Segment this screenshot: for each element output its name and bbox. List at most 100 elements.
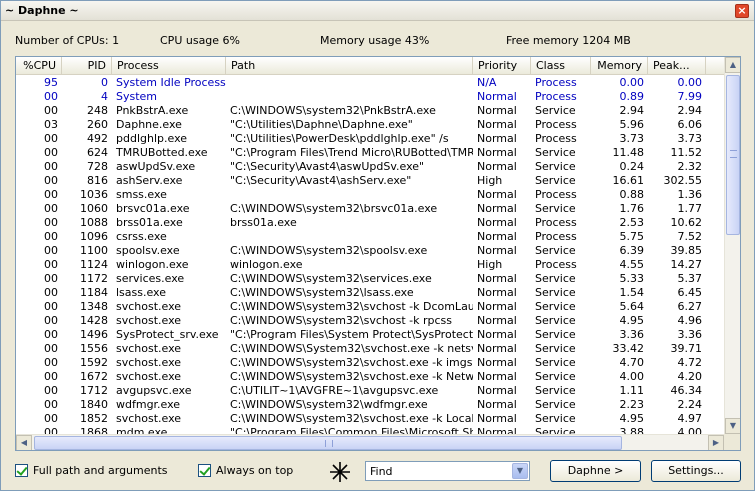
vertical-scrollbar[interactable]: ▲ ▼: [724, 57, 740, 434]
cell-class: Service: [535, 314, 576, 327]
cell-peak: 10.62: [670, 216, 703, 229]
table-row[interactable]: 00 492 pddlghlp.exe "C:\Utilities\PowerDesk…: [16, 132, 724, 146]
scroll-down-button[interactable]: ▼: [725, 418, 740, 434]
column-header-class[interactable]: Class: [531, 57, 591, 75]
horizontal-scrollbar[interactable]: ◀ ▶: [16, 434, 724, 450]
table-row[interactable]: 00 816 ashServ.exe "C:\Security\Avast4\ashS…: [16, 174, 724, 188]
process-list[interactable]: %CPU PID Process Path Priority Class Mem…: [15, 56, 741, 451]
table-row[interactable]: 00 1348 svchost.exe C:\WINDOWS\system32\svc…: [16, 300, 724, 314]
cell-class: Service: [535, 370, 576, 383]
checkbox-checked-icon: [15, 464, 28, 477]
cell-process: svchost.exe: [116, 412, 182, 425]
column-header-memory[interactable]: Memory: [591, 57, 648, 75]
column-header-peak[interactable]: Peak...: [648, 57, 706, 75]
table-row[interactable]: 00 624 TMRUBotted.exe "C:\Program Files\Tre…: [16, 146, 724, 160]
table-row[interactable]: 00 4 System Normal Process 0.89 7.99: [16, 90, 724, 104]
table-row[interactable]: 00 1672 svchost.exe C:\WINDOWS\system32\svc…: [16, 370, 724, 384]
daphne-button[interactable]: Daphne >: [550, 460, 641, 482]
window-title: ~ Daphne ~: [5, 4, 79, 17]
column-header-cpu[interactable]: %CPU: [16, 57, 62, 75]
cell-pid: 624: [87, 146, 108, 159]
cell-process: winlogon.exe: [116, 258, 189, 271]
table-row[interactable]: 00 1184 lsass.exe C:\WINDOWS\system32\lsass…: [16, 286, 724, 300]
always-on-top-label: Always on top: [216, 464, 294, 477]
cell-pid: 1852: [80, 412, 108, 425]
cell-cpu: 00: [44, 188, 58, 201]
scroll-right-button[interactable]: ▶: [708, 435, 724, 450]
cell-process: svchost.exe: [116, 370, 182, 383]
close-button[interactable]: ×: [735, 4, 749, 18]
full-path-checkbox[interactable]: Full path and arguments: [15, 464, 168, 477]
table-row[interactable]: 00 1592 svchost.exe C:\WINDOWS\system32\svc…: [16, 356, 724, 370]
cell-path: C:\WINDOWS\system32\wdfmgr.exe: [230, 398, 428, 411]
table-row[interactable]: 00 248 PnkBstrA.exe C:\WINDOWS\system32\Pnk…: [16, 104, 724, 118]
cell-cpu: 00: [44, 216, 58, 229]
table-row[interactable]: 00 1088 brss01a.exe brss01a.exe Normal Proces…: [16, 216, 724, 230]
settings-button[interactable]: Settings...: [651, 460, 741, 482]
table-row[interactable]: 00 1100 spoolsv.exe C:\WINDOWS\system32\spo…: [16, 244, 724, 258]
title-bar[interactable]: ~ Daphne ~ ×: [1, 1, 754, 21]
cell-peak: 3.73: [677, 132, 703, 145]
scroll-up-button[interactable]: ▲: [725, 57, 740, 73]
column-header-priority[interactable]: Priority: [473, 57, 531, 75]
table-row[interactable]: 95 0 System Idle Process N/A Process 0.00 0.00: [16, 76, 724, 90]
cpu-count-label: Number of CPUs: 1: [15, 34, 120, 47]
cell-path: "C:\Security\Avast4\ashServ.exe": [230, 174, 412, 187]
cell-process: mdm.exe: [116, 426, 168, 434]
cell-class: Service: [535, 412, 576, 425]
cell-priority: Normal: [477, 90, 517, 103]
cell-process: System Idle Process: [116, 76, 226, 89]
cell-peak: 4.72: [677, 356, 703, 369]
table-row[interactable]: 00 728 aswUpdSv.exe "C:\Security\Avast4\asw…: [16, 160, 724, 174]
table-row[interactable]: 00 1124 winlogon.exe winlogon.exe High Proces…: [16, 258, 724, 272]
column-header-process[interactable]: Process: [112, 57, 226, 75]
cell-pid: 1496: [80, 328, 108, 341]
table-row[interactable]: 00 1096 csrss.exe Normal Process 5.75 7.52: [16, 230, 724, 244]
column-header-path[interactable]: Path: [226, 57, 473, 75]
cell-cpu: 00: [44, 398, 58, 411]
cell-memory: 5.64: [619, 300, 645, 313]
table-row[interactable]: 00 1060 brsvc01a.exe C:\WINDOWS\system32\br…: [16, 202, 724, 216]
cell-process: pddlghlp.exe: [116, 132, 188, 145]
cell-memory: 16.61: [612, 174, 645, 187]
cell-priority: Normal: [477, 314, 517, 327]
cell-memory: 1.11: [619, 384, 645, 397]
cell-memory: 0.00: [619, 76, 645, 89]
cell-pid: 1428: [80, 314, 108, 327]
vertical-scroll-thumb[interactable]: [726, 75, 740, 235]
cell-peak: 39.85: [670, 244, 703, 257]
scroll-left-button[interactable]: ◀: [16, 435, 32, 450]
table-row[interactable]: 00 1172 services.exe C:\WINDOWS\system32\se…: [16, 272, 724, 286]
table-row[interactable]: 00 1496 SysProtect_srv.exe "C:\Program File…: [16, 328, 724, 342]
cell-process: wdfmgr.exe: [116, 398, 181, 411]
cell-process: smss.exe: [116, 188, 167, 201]
full-path-label: Full path and arguments: [33, 464, 168, 477]
crosshair-finder-icon[interactable]: [328, 460, 352, 484]
table-row[interactable]: 00 1868 mdm.exe "C:\Program Files\Common Fi…: [16, 426, 724, 434]
table-row[interactable]: 00 1712 avgupsvc.exe C:\UTILIT~1\AVGFRE~1\a…: [16, 384, 724, 398]
cell-pid: 1100: [80, 244, 108, 257]
horizontal-scroll-thumb[interactable]: [34, 436, 622, 450]
table-row[interactable]: 00 1840 wdfmgr.exe C:\WINDOWS\system32\wdfm…: [16, 398, 724, 412]
cell-peak: 1.36: [677, 188, 703, 201]
column-header-pid[interactable]: PID: [62, 57, 112, 75]
cell-class: Service: [535, 398, 576, 411]
cell-peak: 2.94: [677, 104, 703, 117]
chevron-down-icon[interactable]: ▼: [512, 463, 528, 479]
always-on-top-checkbox[interactable]: Always on top: [198, 464, 293, 477]
cell-priority: Normal: [477, 118, 517, 131]
cell-class: Service: [535, 244, 576, 257]
cell-cpu: 00: [44, 356, 58, 369]
cell-cpu: 00: [44, 244, 58, 257]
cell-cpu: 00: [44, 146, 58, 159]
cell-pid: 1036: [80, 188, 108, 201]
table-row[interactable]: 00 1556 svchost.exe C:\WINDOWS\System32\svc…: [16, 342, 724, 356]
cell-memory: 4.95: [619, 314, 645, 327]
footer-bar: Full path and arguments Always on top Fi…: [1, 459, 754, 483]
table-row[interactable]: 03 260 Daphne.exe "C:\Utilities\Daphne\Daph…: [16, 118, 724, 132]
table-row[interactable]: 00 1852 svchost.exe C:\WINDOWS\system32\svc…: [16, 412, 724, 426]
find-combobox[interactable]: Find ▼: [365, 461, 530, 481]
table-row[interactable]: 00 1428 svchost.exe C:\WINDOWS\system32\svc…: [16, 314, 724, 328]
table-row[interactable]: 00 1036 smss.exe Normal Process 0.88 1.36: [16, 188, 724, 202]
cell-path: C:\WINDOWS\system32\svchost.exe -k Netwo…: [230, 370, 473, 383]
